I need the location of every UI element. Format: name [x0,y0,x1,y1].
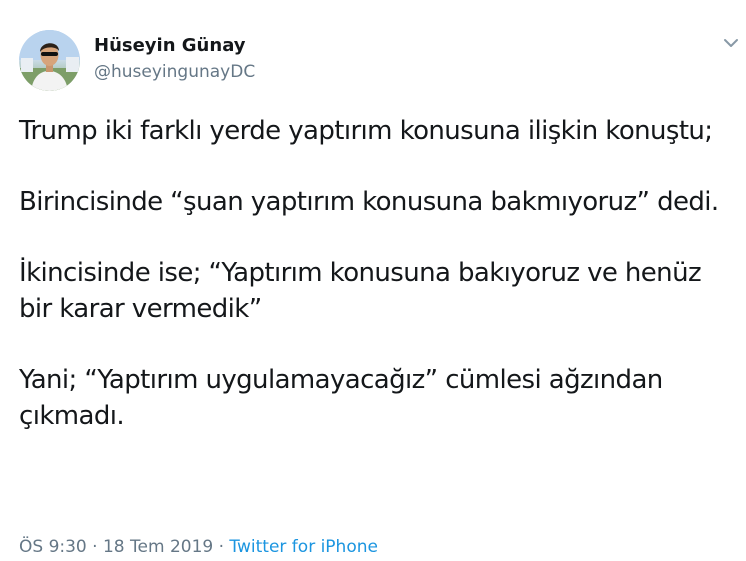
tweet-metadata: ÖS 9:30 · 18 Tem 2019 · Twitter for iPho… [19,536,378,558]
author-display-name[interactable]: Hüseyin Günay [94,34,255,58]
author-handle[interactable]: @huseyingunayDC [94,60,255,84]
tweet-date[interactable]: 18 Tem 2019 [103,537,213,557]
meta-separator: · [218,537,225,557]
tweet-paragraph: İkincisinde ise; “Yaptırım konusuna bakı… [19,258,702,324]
tweet-time[interactable]: ÖS 9:30 [19,537,87,557]
avatar[interactable] [19,30,80,91]
tweet-card: Hüseyin Günay @huseyingunayDC Trump iki … [0,0,746,561]
tweet-paragraph: Trump iki farklı yerde yaptırım konusuna… [19,116,713,146]
author-info: Hüseyin Günay @huseyingunayDC [94,34,255,84]
profile-photo-icon [19,30,80,91]
tweet-source-link[interactable]: Twitter for iPhone [229,537,378,557]
meta-separator: · [92,537,98,557]
chevron-down-icon[interactable] [721,36,741,52]
tweet-body: Trump iki farklı yerde yaptırım konusuna… [19,113,734,434]
tweet-paragraph: Birincisinde “şuan yaptırım konusuna bak… [19,187,719,217]
tweet-paragraph: Yani; “Yaptırım uygulamayacağız” cümlesi… [19,365,663,431]
